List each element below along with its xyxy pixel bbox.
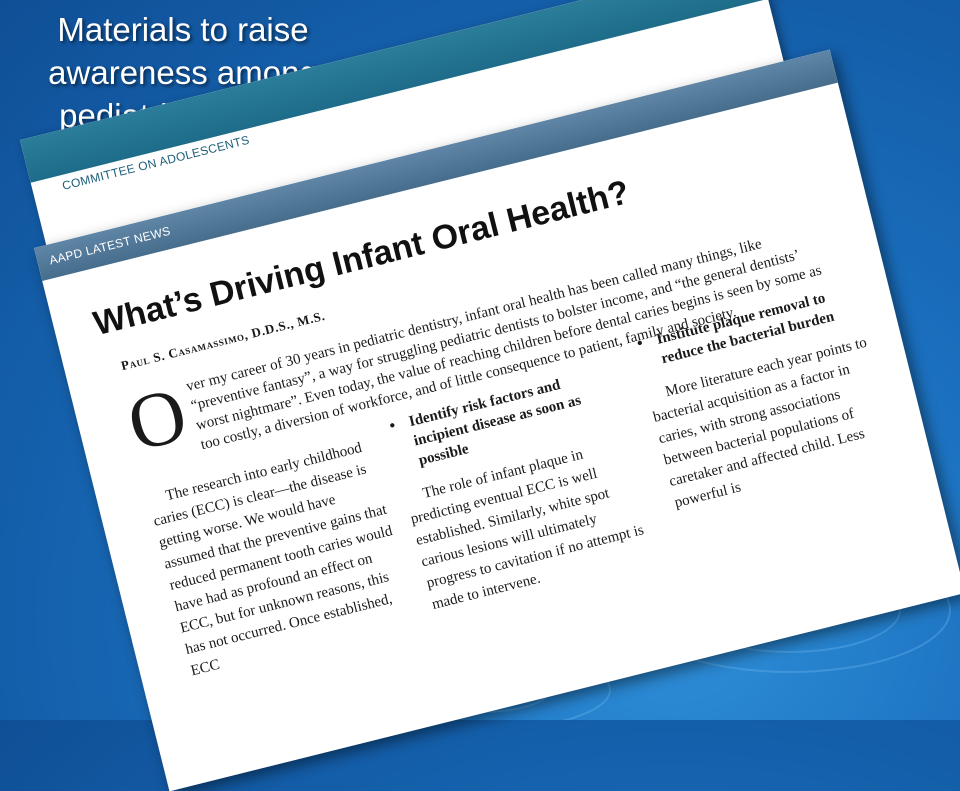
column-1-text: The research into early childhood caries… bbox=[151, 439, 395, 680]
slide-title-line-1: Materials to raise bbox=[57, 11, 309, 48]
article-column-2: • Identify risk factors and incipient di… bbox=[386, 362, 659, 616]
bullet-icon: • bbox=[635, 334, 645, 353]
bullet-icon: • bbox=[387, 417, 398, 435]
drop-cap: O bbox=[119, 369, 196, 468]
article-column-1: The research into early childhood caries… bbox=[146, 434, 417, 682]
